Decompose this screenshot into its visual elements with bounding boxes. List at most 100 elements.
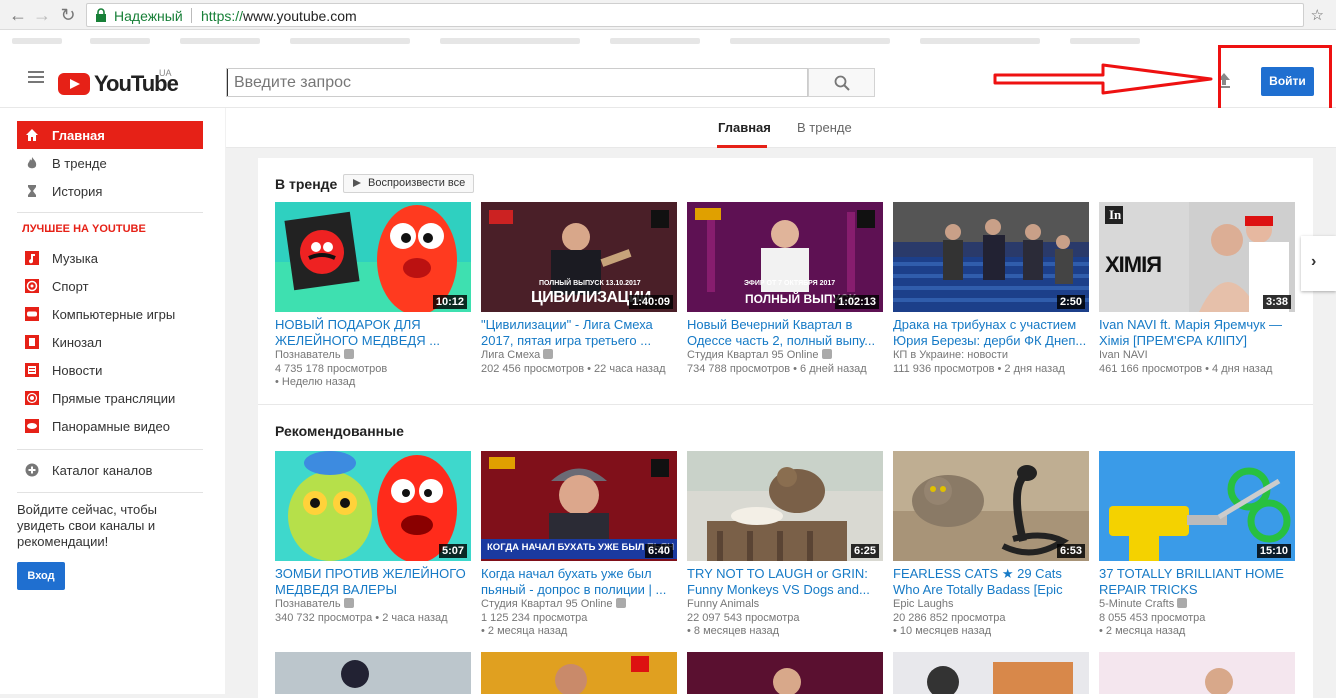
video-title[interactable]: Новый Вечерний Квартал в Одессе часть 2,… xyxy=(687,317,883,349)
video-duration: 3:38 xyxy=(1262,295,1291,309)
video-thumbnail[interactable]: 10:12 xyxy=(275,202,471,312)
feed-content: В тренде Воспроизвести все 10:12 НОВЫЙ П… xyxy=(258,158,1313,698)
video-card[interactable]: 6:53 FEARLESS CATS ★ 29 Cats Who Are Tot… xyxy=(893,451,1089,641)
sport-icon xyxy=(25,279,39,293)
video-meta: 8 055 453 просмотра • 2 месяца назад xyxy=(1099,612,1206,637)
secure-label: Надежный xyxy=(114,8,183,24)
search-input[interactable] xyxy=(227,69,807,96)
bookmark-star-icon[interactable]: ☆ xyxy=(1311,6,1324,24)
live-icon xyxy=(25,391,39,405)
channel-name[interactable]: Funny Animals xyxy=(687,598,759,610)
guide-sidebar: Главная В тренде История ЛУЧШЕЕ НА YOUTU… xyxy=(0,108,225,694)
video-duration: 6:25 xyxy=(850,544,879,558)
video-duration: 1:02:13 xyxy=(835,295,879,309)
video-meta: 20 286 852 просмотра • 10 месяцев назад xyxy=(893,612,1006,637)
video-thumbnail[interactable]: In ХІМІЯ 3:38 xyxy=(1099,202,1295,312)
video-duration: 6:53 xyxy=(1056,544,1085,558)
chevron-right-icon: › xyxy=(1311,253,1317,270)
video-card[interactable]: 10:12 НОВЫЙ ПОДАРОК ДЛЯ ЖЕЛЕЙНОГО МЕДВЕД… xyxy=(275,202,471,392)
video-card[interactable]: КОГДА НАЧАЛ БУХАТЬ УЖЕ БЫЛ ПЬЯН 6:40 Ког… xyxy=(481,451,677,641)
verified-icon xyxy=(821,349,832,359)
video-title[interactable]: Ivan NAVI ft. Марія Яремчук — Хімія [ПРЕ… xyxy=(1099,317,1295,349)
film-icon xyxy=(25,335,39,349)
video-card[interactable]: ЭФИР ОТ 7 ОКТЯБРЯ 2017 ПОЛНЫЙ ВЫПУСК 1:0… xyxy=(687,202,883,392)
video-thumbnail[interactable]: 5:07 xyxy=(275,451,471,561)
video-thumbnail[interactable]: 6:25 xyxy=(687,451,883,561)
flame-icon xyxy=(27,157,37,169)
channel-name[interactable]: Студия Квартал 95 Online xyxy=(687,349,832,361)
channel-name[interactable]: Лига Смеха xyxy=(481,349,554,361)
menu-icon[interactable] xyxy=(28,76,44,78)
video-thumbnail[interactable]: 2:50 xyxy=(893,202,1089,312)
sidebar-item-live[interactable]: Прямые трансляции xyxy=(17,384,203,412)
video-card[interactable]: 2:50 Драка на трибунах с участием Юрия Б… xyxy=(893,202,1089,392)
best-of-youtube-heading: ЛУЧШЕЕ НА YOUTUBE xyxy=(22,223,146,235)
video-title[interactable]: TRY NOT TO LAUGH or GRIN: Funny Monkeys … xyxy=(687,566,883,598)
video-thumbnail[interactable]: КОГДА НАЧАЛ БУХАТЬ УЖЕ БЫЛ ПЬЯН 6:40 xyxy=(481,451,677,561)
verified-icon xyxy=(615,598,626,608)
address-bar[interactable]: Надежный https://www.youtube.com xyxy=(86,3,1304,27)
video-thumbnail[interactable] xyxy=(1099,652,1295,694)
channel-name[interactable]: Студия Квартал 95 Online xyxy=(481,598,626,610)
video-thumbnail[interactable]: 15:10 xyxy=(1099,451,1295,561)
video-thumbnail[interactable]: ПОЛНЫЙ ВЫПУСК 13.10.2017 ЦИВИЛИЗАЦИИ 1:4… xyxy=(481,202,677,312)
url-text: https://www.youtube.com xyxy=(201,8,357,24)
sidebar-item-movies[interactable]: Кинозал xyxy=(17,328,203,356)
channel-name[interactable]: Ivan NAVI xyxy=(1099,349,1148,361)
sidebar-item-sport[interactable]: Спорт xyxy=(17,272,203,300)
shelf-next-button[interactable]: › xyxy=(1301,236,1336,291)
sidebar-item-history[interactable]: История xyxy=(17,177,203,205)
video-title[interactable]: НОВЫЙ ПОДАРОК ДЛЯ ЖЕЛЕЙНОГО МЕДВЕДЯ ... xyxy=(275,317,471,349)
sidebar-item-360[interactable]: Панорамные видео xyxy=(17,412,203,440)
video-meta: 22 097 543 просмотра • 8 месяцев назад xyxy=(687,612,800,637)
video-card[interactable]: In ХІМІЯ 3:38 Ivan NAVI ft. Марія Яремчу… xyxy=(1099,202,1295,392)
sidebar-item-trending[interactable]: В тренде xyxy=(17,149,203,177)
video-card[interactable]: 5:07 ЗОМБИ ПРОТИВ ЖЕЛЕЙНОГО МЕДВЕДЯ ВАЛЕ… xyxy=(275,451,471,641)
tab-home[interactable]: Главная xyxy=(718,120,771,135)
video-title[interactable]: FEARLESS CATS ★ 29 Cats Who Are Totally … xyxy=(893,566,1089,598)
sidebar-item-channel-catalog[interactable]: Каталог каналов xyxy=(17,456,203,484)
verified-icon xyxy=(1177,598,1188,608)
gamepad-icon xyxy=(25,307,39,321)
search-button[interactable] xyxy=(808,68,875,97)
video-duration: 2:50 xyxy=(1056,295,1085,309)
channel-name[interactable]: Познаватель xyxy=(275,349,354,361)
channel-name[interactable]: 5-Minute Crafts xyxy=(1099,598,1188,610)
hourglass-icon xyxy=(28,185,36,197)
video-thumbnail[interactable] xyxy=(687,652,883,694)
video-thumbnail[interactable] xyxy=(481,652,677,694)
reload-icon[interactable]: ↻ xyxy=(58,5,78,25)
video-title[interactable]: 37 TOTALLY BRILLIANT HOME REPAIR TRICKS xyxy=(1099,566,1295,598)
back-icon[interactable]: ← xyxy=(8,5,28,25)
video-thumbnail[interactable]: 6:53 xyxy=(893,451,1089,561)
sidebar-item-news[interactable]: Новости xyxy=(17,356,203,384)
video-thumbnail[interactable]: ЭФИР ОТ 7 ОКТЯБРЯ 2017 ПОЛНЫЙ ВЫПУСК 1:0… xyxy=(687,202,883,312)
video-card[interactable]: ПОЛНЫЙ ВЫПУСК 13.10.2017 ЦИВИЛИЗАЦИИ 1:4… xyxy=(481,202,677,392)
browser-toolbar: ← → ↻ Надежный https://www.youtube.com ☆ xyxy=(0,0,1336,30)
feed-tabs: Главная В тренде xyxy=(226,108,1336,148)
video-thumbnail[interactable] xyxy=(275,652,471,694)
video-duration: 15:10 xyxy=(1256,544,1291,558)
lock-icon xyxy=(96,8,106,22)
video-duration: 6:40 xyxy=(644,544,673,558)
music-icon xyxy=(25,251,39,265)
recommended-shelf-title: Рекомендованные xyxy=(275,423,404,439)
video-card[interactable]: 6:25 TRY NOT TO LAUGH or GRIN: Funny Mon… xyxy=(687,451,883,641)
play-all-button[interactable]: Воспроизвести все xyxy=(343,174,475,193)
sidebar-item-music[interactable]: Музыка xyxy=(17,244,203,272)
video-card[interactable]: 15:10 37 TOTALLY BRILLIANT HOME REPAIR T… xyxy=(1099,451,1295,641)
channel-name[interactable]: Epic Laughs xyxy=(893,598,954,610)
sidebar-login-button[interactable]: Вход xyxy=(17,562,65,590)
video-title[interactable]: "Цивилизации" - Лига Смеха 2017, пятая и… xyxy=(481,317,677,349)
video-title[interactable]: Драка на трибунах с участием Юрия Березы… xyxy=(893,317,1089,349)
channel-name[interactable]: КП в Украине: новости xyxy=(893,349,1008,361)
channel-name[interactable]: Познаватель xyxy=(275,598,354,610)
verified-icon xyxy=(543,349,554,359)
sidebar-item-gaming[interactable]: Компьютерные игры xyxy=(17,300,203,328)
video-thumbnail[interactable] xyxy=(893,652,1089,694)
tab-trending[interactable]: В тренде xyxy=(797,120,852,135)
forward-icon[interactable]: → xyxy=(32,5,52,25)
sidebar-item-home[interactable]: Главная xyxy=(17,121,203,149)
video-title[interactable]: ЗОМБИ ПРОТИВ ЖЕЛЕЙНОГО МЕДВЕДЯ ВАЛЕРЫ xyxy=(275,566,471,598)
video-title[interactable]: Когда начал бухать уже был пьяный - допр… xyxy=(481,566,677,598)
